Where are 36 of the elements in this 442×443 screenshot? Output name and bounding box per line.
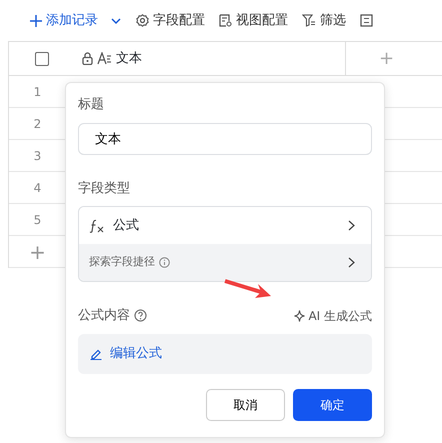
toolbar-button[interactable]: 字段配置 <box>136 10 205 30</box>
toolbar-button[interactable]: 视图配置 <box>219 10 288 30</box>
explore-shortcuts-row[interactable]: 探索字段捷径 <box>79 244 371 281</box>
row-number: 3 <box>32 148 42 164</box>
column-header[interactable]: 文本 <box>116 48 142 68</box>
select-all-checkbox[interactable] <box>35 52 49 66</box>
toolbar-icon-button[interactable] <box>360 14 373 27</box>
cancel-button[interactable]: 取消 <box>206 389 285 421</box>
filter-icon <box>302 14 316 27</box>
lock-icon <box>82 52 93 65</box>
table-icon <box>360 14 373 27</box>
confirm-button[interactable]: 确定 <box>293 389 372 421</box>
help-icon <box>134 309 147 322</box>
edit-formula-button[interactable]: 编辑公式 <box>78 334 372 374</box>
field-label: 公式内容 <box>78 307 130 325</box>
pencil-icon <box>90 348 102 360</box>
chevron-right-icon <box>348 257 355 268</box>
add-record-button[interactable]: 添加记录 <box>30 10 122 30</box>
field-label: 标题 <box>78 96 105 114</box>
gear-icon <box>136 14 149 27</box>
document-gear-icon <box>219 14 232 27</box>
info-icon <box>159 257 170 268</box>
annotation-arrow <box>224 279 272 299</box>
toolbar-button[interactable]: 筛选 <box>302 10 346 30</box>
fx-icon <box>89 218 105 232</box>
ai-generate-button[interactable]: AI 生成公式 <box>294 306 372 325</box>
plus-icon <box>30 14 42 26</box>
text-field-icon <box>97 52 112 65</box>
row-number: 1 <box>32 84 42 100</box>
chevron-right-icon <box>348 220 355 231</box>
row-number: 4 <box>32 180 42 196</box>
sparkle-icon <box>294 310 306 322</box>
title-input[interactable]: 文本 <box>78 122 372 154</box>
row-number: 2 <box>32 116 42 132</box>
row-number: 5 <box>32 212 42 228</box>
field-label: 字段类型 <box>78 180 131 198</box>
